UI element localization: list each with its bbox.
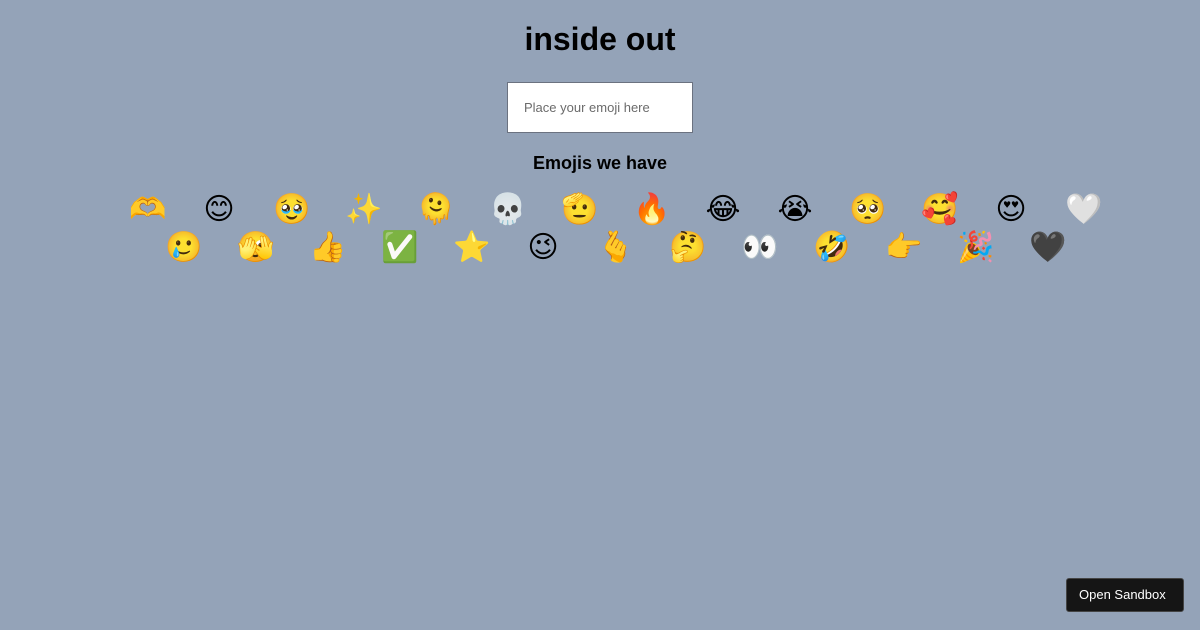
emoji-item[interactable]: ✅ [381,229,418,267]
emoji-item[interactable]: 😂 [705,191,741,229]
page-title: inside out [524,21,676,57]
emoji-item[interactable]: 😍 [993,191,1029,229]
emoji-item[interactable]: 😉 [525,229,561,267]
emoji-list-heading: Emojis we have [532,153,668,173]
emoji-item[interactable]: 👉 [885,229,922,267]
emoji-item[interactable]: 🫶 [129,191,166,229]
emoji-item[interactable]: 🎉 [957,229,994,267]
emoji-item[interactable]: 🫡 [561,191,598,229]
input-wrapper [0,82,1200,133]
emoji-item[interactable]: 🔥 [633,191,670,229]
emoji-item[interactable]: 🥹 [273,191,310,229]
emoji-list: 🫶 😊 🥹 ✨ 🫠 💀 🫡 🔥 😂 😭 🥺 🥰 😍 🤍 🥲 🫣 👍 ✅ ⭐ 😉 🫰 🤔 👀 🤣 👉 🎉 🖤 [50,191,1150,267]
emoji-input[interactable] [507,82,693,133]
emoji-item[interactable]: 😭 [777,191,813,229]
emoji-item[interactable]: ✨ [345,191,382,229]
emoji-item[interactable]: 🖤 [1029,229,1066,267]
emoji-item[interactable]: 💀 [489,191,526,229]
emoji-item[interactable]: 👍 [309,229,346,267]
emoji-item[interactable]: 🤔 [669,229,706,267]
emoji-item[interactable]: 😊 [201,191,237,229]
open-sandbox-button[interactable]: Open Sandbox [1066,578,1184,612]
emoji-item[interactable]: 🥲 [165,229,202,267]
emoji-item[interactable]: 🤣 [813,229,850,267]
emoji-item[interactable]: 🫣 [237,229,274,267]
emoji-item[interactable]: 🫠 [417,191,454,229]
emoji-item[interactable]: ⭐ [453,229,490,267]
emoji-item[interactable]: 🥺 [849,191,886,229]
app-container: inside out Emojis we have 🫶 😊 🥹 ✨ 🫠 💀 🫡 🔥 😂 😭 🥺 🥰 😍 🤍… [0,0,1200,267]
emoji-item[interactable]: 🥰 [921,191,958,229]
emoji-item[interactable]: 🤍 [1065,191,1102,229]
emoji-item[interactable]: 🫰 [597,229,634,267]
emoji-item[interactable]: 👀 [741,229,778,267]
